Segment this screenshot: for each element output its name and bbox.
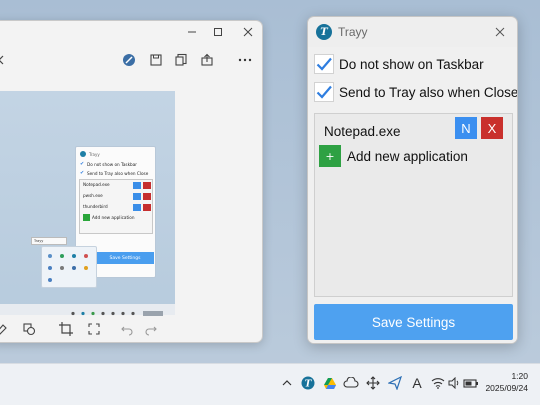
ime-indicator[interactable]: A <box>408 374 426 392</box>
add-application-label: Add new application <box>347 148 468 164</box>
wifi-icon[interactable] <box>429 374 447 392</box>
preview-n-button <box>133 204 141 211</box>
application-list: Notepad.exe N X + Add new application <box>314 113 513 297</box>
preview-taskbar <box>0 304 175 316</box>
redo-icon[interactable] <box>141 319 161 339</box>
photos-toolbar <box>0 45 262 75</box>
preview-title: Trayy <box>80 150 100 158</box>
preview-app-name: pwsh.exe <box>83 193 103 198</box>
preview-tooltip: Trayy <box>31 237 67 245</box>
edit-paint-icon[interactable] <box>119 50 139 70</box>
photos-bottom-toolbar <box>0 315 262 342</box>
preview-app-name: thunderbird <box>83 204 108 209</box>
preview-save-button: Save Settings <box>96 252 154 264</box>
undo-icon[interactable] <box>117 319 137 339</box>
share-icon[interactable] <box>197 50 217 70</box>
send-arrow-icon[interactable] <box>386 374 404 392</box>
preview-tray-icons <box>48 254 88 282</box>
close-button[interactable] <box>237 23 259 41</box>
preview-x-button <box>143 204 151 211</box>
preview-app-list: Notepad.exe pwsh.exe thunderbird Add new… <box>79 179 153 234</box>
checkmark-icon <box>316 85 332 99</box>
taskbar: T A 1:20 2025/09/24 <box>0 363 540 405</box>
preview-check-icon: ✔ <box>80 170 85 176</box>
google-drive-icon[interactable] <box>321 374 339 392</box>
select-region-icon[interactable] <box>84 319 104 339</box>
option-label: Do not show on Taskbar <box>339 56 484 72</box>
shapes-icon[interactable] <box>19 319 39 339</box>
option-hide-taskbar[interactable]: Do not show on Taskbar <box>314 54 484 74</box>
preview-x-button <box>143 182 151 189</box>
close-button[interactable] <box>489 21 511 43</box>
close-icon <box>495 27 505 37</box>
preview-option-label: Do not show on Taskbar <box>87 162 137 167</box>
clock-date: 2025/09/24 <box>485 383 528 393</box>
preview-option-2: ✔ Send to Tray also when Close <box>80 170 149 177</box>
save-icon[interactable] <box>146 50 166 70</box>
erase-icon[interactable] <box>0 319 11 339</box>
photos-titlebar <box>0 21 262 43</box>
preview-plus-icon <box>83 214 90 221</box>
checkmark-icon <box>316 57 332 71</box>
battery-icon[interactable] <box>462 374 480 392</box>
trayy-titlebar: T Trayy <box>308 17 517 47</box>
minimize-button[interactable] <box>181 23 203 41</box>
app-name: Notepad.exe <box>324 124 401 139</box>
add-plus-icon[interactable]: + <box>319 145 341 167</box>
maximize-button[interactable] <box>207 23 229 41</box>
save-settings-button[interactable]: Save Settings <box>314 304 513 340</box>
trayy-window: T Trayy Do not show on Taskbar Send to T… <box>307 16 518 344</box>
preview-check-icon: ✔ <box>80 161 85 167</box>
system-clock[interactable]: 1:20 2025/09/24 <box>485 370 528 394</box>
preview-option-1: ✔ Do not show on Taskbar <box>80 161 137 168</box>
copy-icon[interactable] <box>171 50 191 70</box>
trayy-logo-icon: T <box>316 24 332 40</box>
trayy-tray-icon[interactable]: T <box>299 374 317 392</box>
crop-icon[interactable] <box>56 319 76 339</box>
option-label: Send to Tray also when Close <box>339 84 518 100</box>
preview-app-name: Notepad.exe <box>83 182 110 187</box>
cloud-icon[interactable] <box>342 374 360 392</box>
preview-title-text: Trayy <box>89 151 100 157</box>
preview-option-label: Send to Tray also when Close <box>87 171 149 176</box>
remove-app-button[interactable]: X <box>481 117 503 139</box>
photo-canvas: Trayy ✔ Do not show on Taskbar ✔ Send to… <box>0 91 175 316</box>
app-n-button[interactable]: N <box>455 117 477 139</box>
preview-n-button <box>133 193 141 200</box>
move-cross-icon[interactable] <box>364 374 382 392</box>
preview-x-button <box>143 193 151 200</box>
option-tray-on-close[interactable]: Send to Tray also when Close <box>314 82 518 102</box>
checkbox-tray-on-close[interactable] <box>314 82 334 102</box>
preview-add-label: Add new application <box>92 215 135 220</box>
photos-viewer-window: Trayy ✔ Do not show on Taskbar ✔ Send to… <box>0 20 263 343</box>
preview-n-button <box>133 182 141 189</box>
preview-trayy-logo-icon <box>80 151 86 157</box>
trayy-content: Do not show on Taskbar Send to Tray also… <box>308 47 518 343</box>
clock-time: 1:20 <box>511 371 528 381</box>
chevron-left-icon[interactable] <box>0 50 11 70</box>
preview-tray-flyout <box>41 246 97 288</box>
window-title: Trayy <box>338 25 368 39</box>
chevron-up-icon[interactable] <box>278 374 296 392</box>
checkbox-hide-taskbar[interactable] <box>314 54 334 74</box>
add-application-row[interactable]: + Add new application <box>319 145 468 167</box>
preview-add-row: Add new application <box>83 214 135 221</box>
more-options-icon[interactable] <box>235 50 255 70</box>
